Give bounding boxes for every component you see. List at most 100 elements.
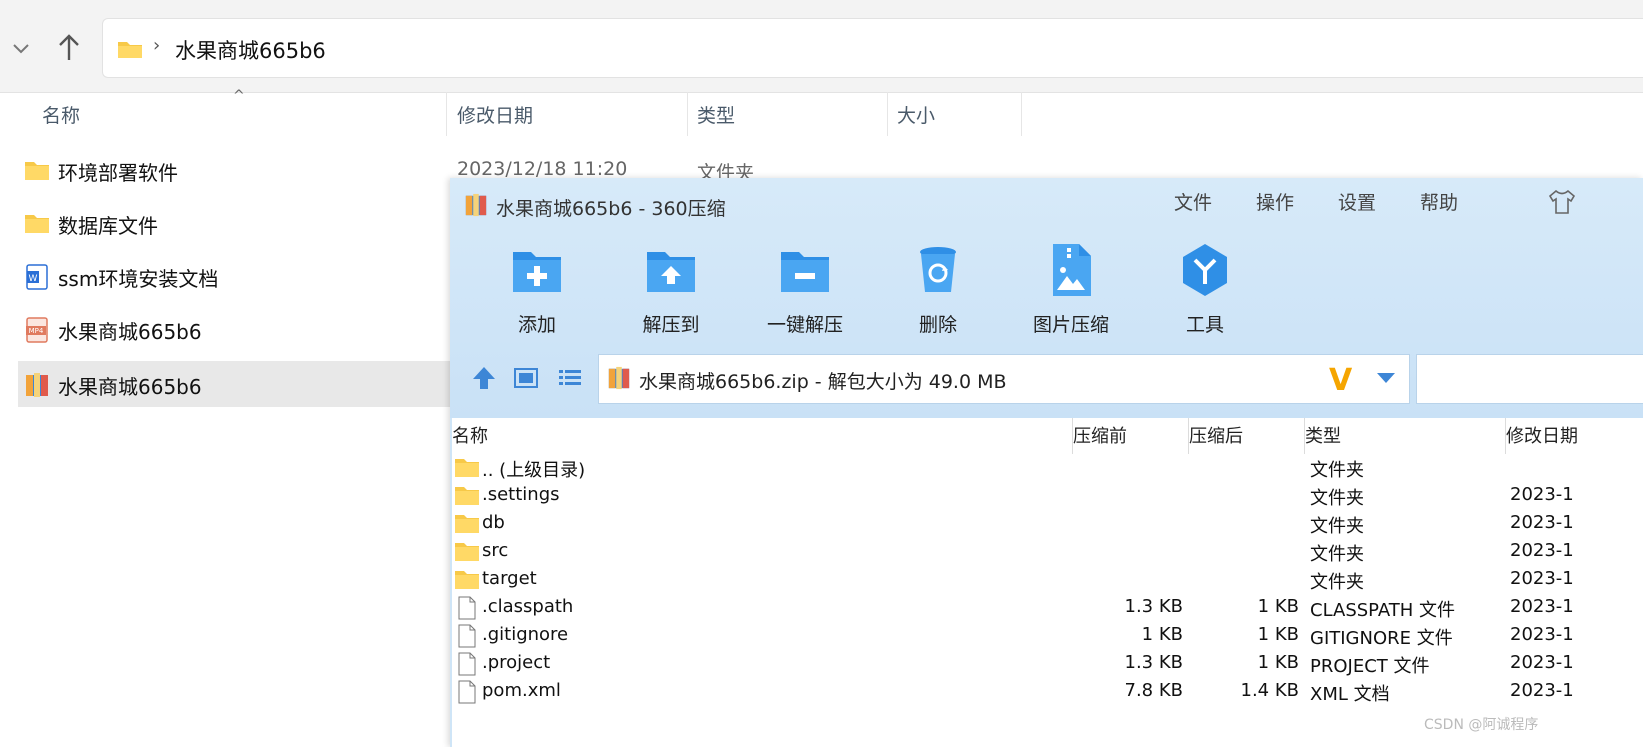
- zip-archive-icon: [24, 372, 50, 397]
- file-icon: [454, 680, 480, 704]
- list-item-selected[interactable]: 水果商城665b6: [18, 361, 450, 407]
- column-header-name[interactable]: 名称: [42, 96, 80, 136]
- extract-to-button[interactable]: 解压到: [616, 242, 726, 337]
- one-click-extract-button[interactable]: 一键解压: [750, 242, 860, 337]
- column-header-before[interactable]: 压缩前: [1073, 422, 1127, 452]
- file-type: 文件夹: [1310, 516, 1364, 537]
- file-type: 文件夹: [1310, 544, 1364, 565]
- list-item[interactable]: MP4 水果商城665b6: [18, 306, 450, 352]
- file-name: db: [482, 512, 505, 533]
- file-name: src: [482, 540, 509, 561]
- column-header-modified[interactable]: 修改日期: [1506, 422, 1578, 452]
- thumbnail-view-icon[interactable]: [512, 364, 540, 392]
- address-bar[interactable]: › 水果商城665b6: [102, 18, 1643, 78]
- window-title: 水果商城665b6 - 360压缩: [496, 198, 726, 220]
- menu-item-operate[interactable]: 操作: [1256, 188, 1294, 215]
- menu-item-help[interactable]: 帮助: [1420, 188, 1458, 215]
- file-icon: [454, 624, 480, 648]
- column-divider[interactable]: [446, 92, 447, 136]
- list-item-label: 数据库文件: [58, 214, 158, 238]
- file-name: .classpath: [482, 596, 574, 617]
- file-modified: 2023-1: [1510, 484, 1574, 505]
- arrow-up-icon[interactable]: [470, 364, 498, 392]
- table-row[interactable]: .gitignore 1 KB 1 KB GITIGNORE 文件 2023-1: [452, 622, 1643, 650]
- file-type: 文件夹: [1310, 572, 1364, 593]
- list-item[interactable]: 环境部署软件: [18, 147, 450, 193]
- file-icon: [454, 652, 480, 676]
- file-size-before: 1 KB: [1141, 624, 1183, 645]
- column-divider[interactable]: [1021, 92, 1022, 136]
- breadcrumb-separator: ›: [153, 35, 161, 56]
- file-modified: 2023-1: [1510, 652, 1574, 673]
- menu-item-settings[interactable]: 设置: [1338, 188, 1376, 215]
- folder-icon: [24, 211, 50, 235]
- archive-path-field[interactable]: 水果商城665b6.zip - 解包大小为 49.0 MB V: [598, 354, 1410, 404]
- list-item[interactable]: W ssm环境安装文档: [18, 253, 450, 299]
- folder-icon: [454, 456, 480, 478]
- toolbar-label: 图片压缩: [1032, 314, 1109, 336]
- column-header-size[interactable]: 大小: [897, 96, 935, 136]
- image-file-icon: [1043, 242, 1099, 298]
- zip-archive-icon: [464, 192, 488, 218]
- file-modified: 2023-1: [1510, 512, 1574, 533]
- tools-hexagon-icon: [1177, 242, 1233, 298]
- folder-icon: [24, 158, 50, 182]
- toolbar-label: 删除: [918, 314, 957, 336]
- file-type: 文件夹: [1310, 488, 1364, 509]
- file-name: target: [482, 568, 537, 589]
- file-name: .. (上级目录): [482, 460, 586, 481]
- tools-button[interactable]: 工具: [1150, 242, 1260, 337]
- folder-icon: [454, 568, 480, 590]
- file-type: PROJECT 文件: [1310, 656, 1430, 677]
- column-header-name[interactable]: 名称: [452, 422, 488, 452]
- arrow-up-icon[interactable]: [55, 30, 83, 64]
- column-header-type[interactable]: 类型: [697, 96, 735, 136]
- table-row[interactable]: .. (上级目录) 文件夹: [452, 454, 1643, 482]
- column-header-type[interactable]: 类型: [1305, 422, 1341, 452]
- table-row[interactable]: .project 1.3 KB 1 KB PROJECT 文件 2023-1: [452, 650, 1643, 678]
- table-row[interactable]: .settings 文件夹 2023-1: [452, 482, 1643, 510]
- delete-button[interactable]: 删除: [883, 242, 993, 337]
- watermark-text: CSDN @阿诚程序: [1424, 717, 1539, 733]
- folder-icon: [454, 484, 480, 506]
- file-name: .gitignore: [482, 624, 569, 645]
- file-size-before: 1.3 KB: [1124, 596, 1184, 617]
- file-size-before: 1.3 KB: [1124, 652, 1184, 673]
- skin-icon[interactable]: [1547, 188, 1577, 216]
- vip-icon[interactable]: V: [1329, 363, 1352, 398]
- file-size-after: 1.4 KB: [1240, 680, 1300, 701]
- file-name: .project: [482, 652, 551, 673]
- menu-item-file[interactable]: 文件: [1174, 188, 1212, 215]
- folder-icon: [454, 540, 480, 562]
- zip-window: 水果商城665b6 - 360压缩 文件 操作 设置 帮助 添加 解压到 一键解…: [450, 178, 1643, 747]
- add-folder-icon: [509, 242, 565, 298]
- image-compress-button[interactable]: 图片压缩: [1016, 242, 1126, 337]
- svg-text:MP4: MP4: [29, 327, 44, 335]
- file-size-before: 7.8 KB: [1124, 680, 1184, 701]
- archive-path-text: 水果商城665b6.zip - 解包大小为 49.0 MB: [639, 371, 1007, 393]
- table-row[interactable]: db 文件夹 2023-1: [452, 510, 1643, 538]
- table-row[interactable]: target 文件夹 2023-1: [452, 566, 1643, 594]
- column-divider[interactable]: [687, 92, 688, 136]
- toolbar-label: 添加: [517, 314, 556, 336]
- list-view-icon[interactable]: [556, 364, 584, 392]
- table-row[interactable]: pom.xml 7.8 KB 1.4 KB XML 文档 2023-1: [452, 678, 1643, 706]
- chevron-down-icon[interactable]: [10, 35, 32, 61]
- table-row[interactable]: .classpath 1.3 KB 1 KB CLASSPATH 文件 2023…: [452, 594, 1643, 622]
- list-item-modified: 2023/12/18 11:20: [457, 158, 628, 180]
- search-input[interactable]: [1416, 354, 1643, 404]
- dropdown-arrow-icon[interactable]: [1377, 373, 1395, 383]
- column-header-modified[interactable]: 修改日期: [457, 96, 533, 136]
- toolbar-label: 一键解压: [766, 314, 843, 336]
- column-divider[interactable]: [887, 92, 888, 136]
- list-item[interactable]: 数据库文件: [18, 200, 450, 246]
- recycle-bin-icon: [910, 242, 966, 298]
- add-button[interactable]: 添加: [482, 242, 592, 337]
- column-header-after[interactable]: 压缩后: [1189, 422, 1243, 452]
- breadcrumb-current[interactable]: 水果商城665b6: [175, 35, 326, 65]
- table-row[interactable]: src 文件夹 2023-1: [452, 538, 1643, 566]
- mp4-file-icon: MP4: [24, 317, 50, 343]
- archive-file-list: 名称 压缩前 压缩后 类型 修改日期 .. (上级目录) 文件夹 .settin…: [452, 418, 1643, 747]
- file-modified: 2023-1: [1510, 540, 1574, 561]
- file-type: 文件夹: [1310, 460, 1364, 481]
